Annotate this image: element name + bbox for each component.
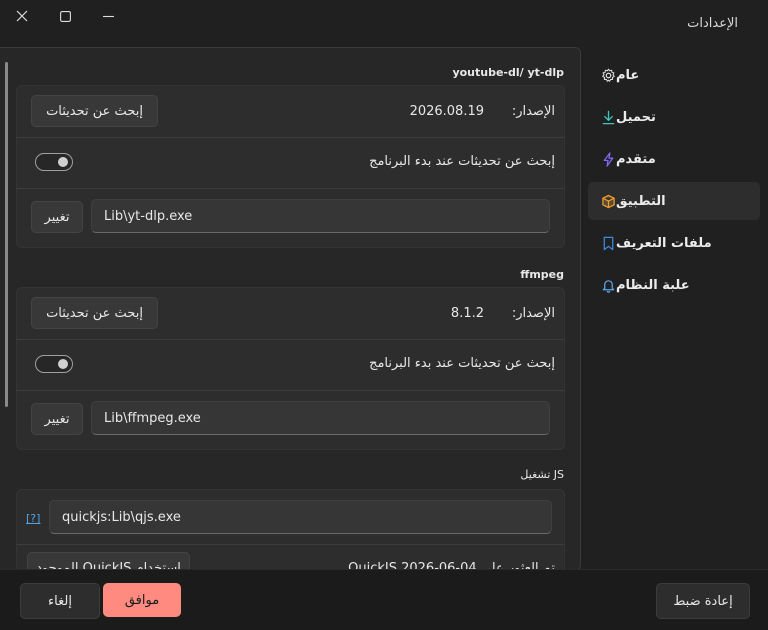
nav-item-download[interactable]: تحميل [588, 98, 760, 136]
help-link[interactable]: [?] [26, 512, 40, 525]
section-title-ytdlp: youtube-dl/ yt-dlp [452, 66, 564, 79]
toggle-knob [58, 359, 68, 369]
ffmpeg-path-input[interactable]: Lib\ffmpeg.exe [91, 401, 550, 435]
nav-item-general[interactable]: عام [588, 56, 760, 94]
minimize-icon [102, 15, 114, 17]
settings-panel: youtube-dl/ yt-dlp الإصدار: 2026.08.19 إ… [0, 47, 581, 571]
nav-item-label: ملفات التعريف [616, 235, 712, 251]
js-path-input[interactable]: quickjs:Lib\qjs.exe [49, 500, 552, 534]
ffmpeg-startup-row: إبحث عن تحديثات عند بدء البرنامج [17, 340, 564, 390]
dialog-footer: إلغاء موافق إعادة ضبط [0, 569, 768, 630]
ok-button[interactable]: موافق [103, 583, 181, 617]
version-value: 2026.08.19 [409, 104, 484, 119]
startup-check-label: إبحث عن تحديثات عند بدء البرنامج [369, 154, 555, 169]
bell-icon [600, 277, 616, 293]
lightning-icon [600, 151, 616, 167]
check-updates-button[interactable]: إبحث عن تحديثات [31, 95, 158, 127]
download-icon [600, 109, 616, 125]
nav-item-label: علبة النظام [616, 277, 690, 293]
maximize-icon [59, 10, 71, 22]
section-title-js-runtime: تشغيل JS [520, 468, 564, 481]
nav-item-label: متقدم [616, 151, 656, 167]
ytdlp-card: الإصدار: 2026.08.19 إبحث عن تحديثات إبحث… [16, 85, 565, 248]
divider [17, 544, 564, 545]
bookmark-icon [600, 235, 616, 251]
close-icon [16, 10, 28, 22]
ytdlp-path-input[interactable]: Lib\yt-dlp.exe [91, 199, 550, 233]
toggle-knob [58, 157, 68, 167]
cancel-button[interactable]: إلغاء [20, 583, 100, 619]
scrollbar-thumb[interactable] [5, 62, 8, 407]
startup-check-toggle[interactable] [35, 355, 73, 373]
gear-icon [600, 67, 616, 83]
section-title-ffmpeg: ffmpeg [520, 268, 564, 281]
nav-item-label: التطبيق [616, 193, 666, 209]
window-title: الإعدادات [687, 16, 738, 31]
close-button[interactable] [9, 4, 35, 28]
ytdlp-version-row: الإصدار: 2026.08.19 إبحث عن تحديثات [17, 86, 564, 136]
version-value: 8.1.2 [450, 306, 484, 321]
reset-button[interactable]: إعادة ضبط [656, 583, 750, 619]
nav-item-label: عام [616, 67, 640, 83]
minimize-button[interactable] [95, 4, 121, 28]
change-path-button[interactable]: تغيير [31, 201, 83, 233]
js-card: [?] quickjs:Lib\qjs.exe تم العثور على Qu… [16, 489, 565, 570]
ytdlp-path-row: Lib\yt-dlp.exe تغيير [17, 189, 564, 239]
startup-check-label: إبحث عن تحديثات عند بدء البرنامج [369, 356, 555, 371]
ffmpeg-version-row: الإصدار: 8.1.2 إبحث عن تحديثات [17, 288, 564, 338]
ffmpeg-path-row: Lib\ffmpeg.exe تغيير [17, 391, 564, 441]
maximize-button[interactable] [52, 4, 78, 28]
version-label: الإصدار: [511, 104, 555, 119]
ytdlp-startup-row: إبحث عن تحديثات عند بدء البرنامج [17, 138, 564, 188]
nav-item-application[interactable]: التطبيق [588, 182, 760, 220]
nav-item-advanced[interactable]: متقدم [588, 140, 760, 178]
box-icon [600, 193, 616, 209]
startup-check-toggle[interactable] [35, 153, 73, 171]
version-label: الإصدار: [511, 306, 555, 321]
nav-item-profiles[interactable]: ملفات التعريف [588, 224, 760, 262]
check-updates-button[interactable]: إبحث عن تحديثات [31, 297, 158, 329]
change-path-button[interactable]: تغيير [31, 403, 83, 435]
ffmpeg-card: الإصدار: 8.1.2 إبحث عن تحديثات إبحث عن ت… [16, 287, 565, 450]
nav-item-system-tray[interactable]: علبة النظام [588, 266, 760, 304]
nav-item-label: تحميل [616, 109, 656, 125]
settings-nav: عام تحميل متقدم التطبيق ملفات التعريف عل… [588, 56, 760, 308]
